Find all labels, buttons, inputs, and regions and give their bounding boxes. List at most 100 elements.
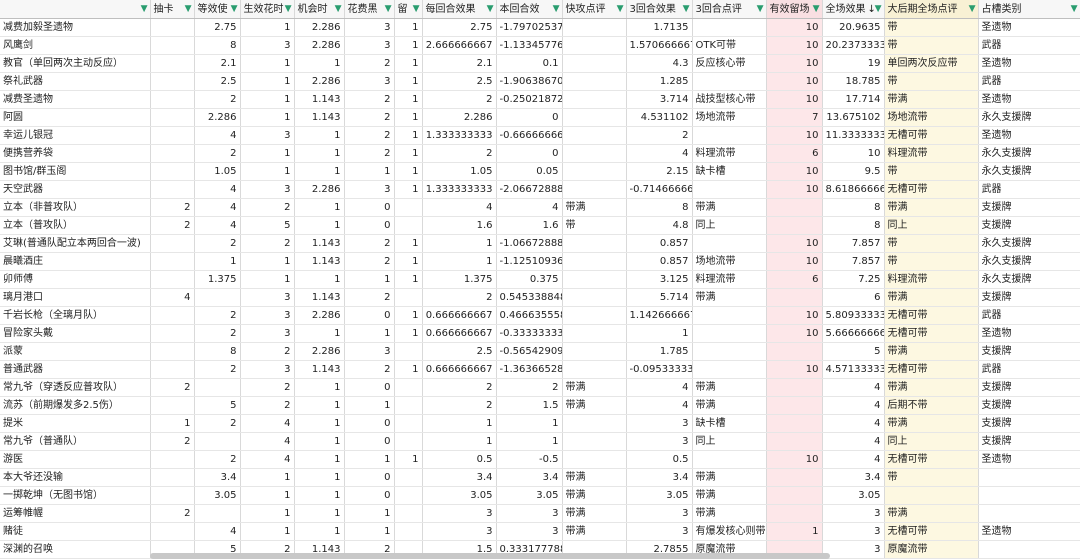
table-cell[interactable]: 1 (422, 432, 497, 451)
table-cell[interactable]: 3 (496, 504, 563, 523)
table-cell[interactable]: 无槽可带 (884, 522, 979, 541)
table-cell[interactable]: 带 (884, 468, 979, 487)
table-cell[interactable]: 武器 (978, 36, 1080, 55)
horizontal-scrollbar[interactable] (150, 553, 830, 559)
table-cell[interactable] (562, 360, 627, 379)
table-cell[interactable]: 圣遗物 (978, 324, 1080, 343)
table-cell[interactable] (150, 72, 195, 91)
table-cell[interactable]: 8 (822, 216, 885, 235)
table-cell[interactable]: 1.143 (294, 252, 345, 271)
table-cell[interactable]: 10 (766, 180, 823, 199)
table-cell[interactable]: 3 (240, 360, 295, 379)
table-cell[interactable]: 带满 (562, 378, 627, 397)
table-cell[interactable]: 卯师傅 (0, 270, 151, 289)
table-cell[interactable] (394, 522, 423, 541)
table-cell[interactable]: 3 (422, 522, 497, 541)
table-cell[interactable]: 2 (344, 108, 395, 127)
table-cell[interactable]: 1 (294, 126, 345, 145)
table-cell[interactable]: 3 (240, 324, 295, 343)
table-cell[interactable] (150, 450, 195, 469)
table-cell[interactable]: 1 (496, 432, 563, 451)
table-cell[interactable] (562, 450, 627, 469)
filter-icon[interactable]: ▼ (185, 1, 192, 18)
table-cell[interactable]: 2.286 (294, 72, 345, 91)
table-cell[interactable]: 4 (626, 396, 693, 415)
table-cell[interactable]: 2.286 (294, 180, 345, 199)
table-cell[interactable]: 2 (240, 396, 295, 415)
table-cell[interactable]: 4.531102 (626, 108, 693, 127)
table-cell[interactable]: 3.05 (496, 486, 563, 505)
table-cell[interactable]: 1 (240, 162, 295, 181)
table-cell[interactable]: 6 (822, 288, 885, 307)
table-cell[interactable]: 祭礼武器 (0, 72, 151, 91)
column-header-11[interactable]: 3回合点评 ▼ (692, 0, 767, 19)
table-cell[interactable]: 1 (294, 522, 345, 541)
table-cell[interactable]: 永久支援牌 (978, 108, 1080, 127)
table-cell[interactable]: 2 (150, 216, 195, 235)
table-cell[interactable]: 无槽可带 (884, 450, 979, 469)
table-cell[interactable]: 2 (194, 306, 241, 325)
table-cell[interactable]: 带满 (562, 396, 627, 415)
table-cell[interactable]: 0 (496, 144, 563, 163)
table-cell[interactable]: 10 (766, 360, 823, 379)
column-header-14[interactable]: 大后期全场点评 ▼ (884, 0, 979, 19)
table-cell[interactable] (562, 108, 627, 127)
table-cell[interactable]: 普通武器 (0, 360, 151, 379)
table-cell[interactable]: 1 (294, 414, 345, 433)
table-cell[interactable] (766, 468, 823, 487)
table-cell[interactable]: 2.75 (422, 18, 497, 37)
table-cell[interactable] (394, 396, 423, 415)
table-cell[interactable]: 19 (822, 54, 885, 73)
filter-icon[interactable]: ▼ (141, 1, 148, 18)
table-cell[interactable]: -0.565429093 (496, 342, 563, 361)
table-cell[interactable] (978, 468, 1080, 487)
table-cell[interactable] (692, 324, 767, 343)
table-cell[interactable]: 3 (344, 180, 395, 199)
table-cell[interactable]: 3.4 (822, 468, 885, 487)
table-cell[interactable]: 图书馆/群玉阁 (0, 162, 151, 181)
table-cell[interactable]: 1.05 (422, 162, 497, 181)
table-cell[interactable]: 4 (194, 126, 241, 145)
table-cell[interactable]: -0.095333333 (626, 360, 693, 379)
table-cell[interactable]: 带满 (562, 198, 627, 217)
table-cell[interactable]: 1 (394, 126, 423, 145)
table-cell[interactable]: 1 (422, 252, 497, 271)
table-cell[interactable]: 4 (822, 432, 885, 451)
column-header-15[interactable]: 占槽类别 ▼ (978, 0, 1080, 19)
table-cell[interactable]: 2 (194, 414, 241, 433)
table-cell[interactable]: 4 (496, 198, 563, 217)
table-cell[interactable] (562, 18, 627, 37)
filter-icon[interactable]: ▼ (487, 1, 494, 18)
table-cell[interactable]: 4.3 (626, 54, 693, 73)
table-cell[interactable] (194, 504, 241, 523)
column-header-1[interactable]: 抽卡 ▼ (150, 0, 195, 19)
table-cell[interactable]: 1 (294, 54, 345, 73)
table-cell[interactable]: 1 (344, 162, 395, 181)
filter-icon[interactable]: ▼ (553, 1, 560, 18)
table-cell[interactable]: 3.4 (626, 468, 693, 487)
table-cell[interactable]: 支援牌 (978, 198, 1080, 217)
table-cell[interactable]: 风鹰剑 (0, 36, 151, 55)
table-cell[interactable]: 5 (194, 396, 241, 415)
table-cell[interactable]: 1 (194, 252, 241, 271)
table-cell[interactable] (562, 144, 627, 163)
table-cell[interactable]: 4.8 (626, 216, 693, 235)
table-cell[interactable] (150, 234, 195, 253)
table-cell[interactable]: 5.809333333 (822, 306, 885, 325)
table-cell[interactable]: 圣遗物 (978, 18, 1080, 37)
table-cell[interactable]: 1 (394, 144, 423, 163)
table-cell[interactable] (150, 162, 195, 181)
table-cell[interactable]: -1.066728885 (496, 234, 563, 253)
table-cell[interactable]: 1 (240, 90, 295, 109)
table-cell[interactable]: 0.666666667 (422, 324, 497, 343)
table-cell[interactable]: 4.571333333 (822, 360, 885, 379)
table-cell[interactable]: 3 (240, 180, 295, 199)
table-cell[interactable]: 2 (344, 288, 395, 307)
table-cell[interactable]: 2.5 (194, 72, 241, 91)
table-cell[interactable] (394, 342, 423, 361)
table-cell[interactable]: 1 (394, 162, 423, 181)
table-cell[interactable] (562, 306, 627, 325)
table-cell[interactable]: 1.785 (626, 342, 693, 361)
table-cell[interactable]: 1.570666667 (626, 36, 693, 55)
table-cell[interactable]: 有爆发核心则带 (692, 522, 767, 541)
